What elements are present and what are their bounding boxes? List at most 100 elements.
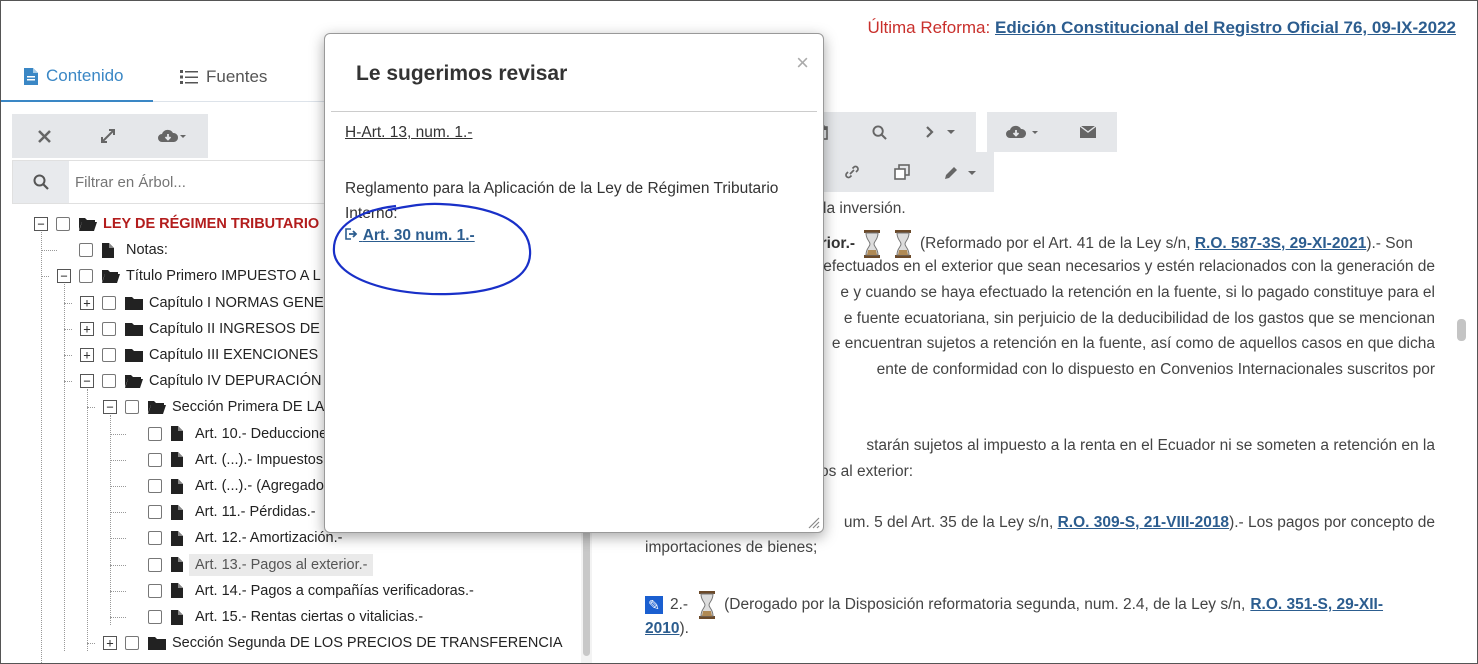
tree-guide-line (41, 276, 49, 278)
tree-guide-line (110, 617, 126, 618)
tree-checkbox[interactable] (79, 243, 93, 258)
expand-toggle[interactable]: + (80, 321, 94, 336)
tree-item-label: Art. 12.- Amortización.- (195, 530, 343, 547)
tree-item[interactable]: Art. (...).- (Agregado (126, 474, 324, 498)
link-icon (845, 165, 859, 179)
tree-guide-line (110, 564, 126, 566)
tree-item[interactable]: − Sección Primera DE LA (103, 395, 324, 419)
last-reform-link[interactable]: Edición Constitucional del Registro Ofic… (995, 18, 1456, 37)
filter-search-button[interactable] (13, 161, 69, 203)
ro-351-link-cont[interactable]: 2010 (645, 620, 679, 637)
tree-item-label: Capítulo IV DEPURACIÓN I (149, 373, 330, 390)
tree-checkbox[interactable] (102, 295, 116, 310)
regulation-article-link[interactable]: Art. 30 num. 1.- (345, 227, 475, 245)
collapse-tree-button[interactable] (12, 114, 76, 158)
file-icon (171, 452, 189, 468)
tree-item[interactable]: + Capítulo III EXENCIONES (80, 343, 318, 367)
annotate-button[interactable] (928, 152, 994, 192)
tree-guide-line (64, 355, 72, 356)
collapse-toggle[interactable]: − (103, 400, 117, 415)
hourglass-icon[interactable] (863, 230, 881, 258)
tree-item[interactable]: + Sección Segunda DE LOS PRECIOS DE TRANS… (103, 631, 563, 655)
tree-guide-line (110, 590, 126, 592)
file-icon (102, 242, 120, 258)
expand-toggle[interactable]: + (80, 295, 94, 310)
ro-587-link[interactable]: R.O. 587-3S, 29-XI-2021 (1195, 235, 1366, 252)
dialog-title: Le sugerimos revisar (356, 62, 568, 85)
tree-item[interactable]: Art. 10.- Deduccione (126, 422, 327, 446)
tree-checkbox[interactable] (148, 452, 162, 467)
collapse-toggle[interactable]: − (57, 269, 71, 284)
copy-button[interactable] (876, 152, 928, 192)
hourglass-icon[interactable] (894, 230, 912, 258)
file-icon (171, 504, 189, 520)
close-icon (37, 129, 51, 143)
collapse-toggle[interactable]: − (34, 217, 48, 231)
tree-checkbox[interactable] (102, 348, 116, 362)
tree-item-label: Capítulo III EXENCIONES (149, 347, 319, 363)
tree-item[interactable]: Art. 13.- Pagos al exterior.- (126, 553, 374, 577)
tree-checkbox[interactable] (125, 400, 139, 415)
tree-checkbox[interactable] (148, 479, 162, 493)
tree-checkbox[interactable] (56, 217, 70, 231)
tree-filter-input[interactable] (69, 161, 331, 203)
search-icon (871, 124, 887, 140)
file-icon (171, 557, 189, 573)
close-icon[interactable]: × (796, 50, 809, 76)
edit-note-icon[interactable]: ✎ (645, 596, 663, 614)
tree-checkbox[interactable] (102, 374, 116, 389)
doc-text-line: 2010). (645, 620, 689, 637)
tree-download-button[interactable] (140, 114, 204, 158)
tree-item[interactable]: Art. (...).- Impuestos (126, 448, 323, 472)
envelope-icon (1080, 126, 1096, 138)
link-button[interactable] (828, 152, 876, 192)
resize-handle-icon[interactable] (806, 515, 820, 529)
hourglass-icon[interactable] (698, 591, 716, 619)
tree-root[interactable]: − LEY DE RÉGIMEN TRIBUTARIO IN (34, 212, 338, 236)
tree-item[interactable]: Notas: (57, 238, 168, 262)
doc-text-line: importaciones de bienes; (645, 539, 818, 556)
document-scrollbar[interactable] (1454, 193, 1468, 664)
ro-351-link[interactable]: R.O. 351-S, 29-XII- (1250, 596, 1383, 614)
expand-toggle[interactable]: + (103, 636, 117, 651)
tree-checkbox[interactable] (148, 505, 162, 520)
tree-checkbox[interactable] (148, 426, 162, 441)
tree-item[interactable]: + Capítulo II INGRESOS DE F (80, 317, 333, 341)
suggestion-dialog: Le sugerimos revisar × H-Art. 13, num. 1… (324, 33, 824, 533)
tree-checkbox[interactable] (148, 583, 162, 598)
tree-item[interactable]: − Título Primero IMPUESTO A L (57, 264, 321, 288)
file-icon (171, 609, 189, 625)
tree-guide-line (41, 250, 57, 252)
doc-download-button[interactable] (987, 112, 1059, 152)
tree-checkbox[interactable] (148, 557, 162, 572)
tree-item-label: Art. (...).- (Agregado (195, 478, 324, 494)
tree-guide-line (110, 459, 126, 461)
history-article-link[interactable]: H-Art. 13, num. 1.- (345, 124, 472, 142)
expand-tree-button[interactable] (76, 114, 140, 158)
tree-item[interactable]: Art. 15.- Rentas ciertas o vitalicias.- (126, 605, 423, 629)
email-button[interactable] (1059, 112, 1117, 152)
tree-item[interactable]: Art. 14.- Pagos a compañías verificadora… (126, 579, 474, 603)
tree-checkbox[interactable] (125, 636, 139, 651)
next-button[interactable] (906, 112, 976, 152)
tree-guide-line (64, 284, 65, 652)
tree-checkbox[interactable] (102, 321, 116, 336)
cloud-download-icon (158, 129, 186, 142)
tree-item[interactable]: Art. 12.- Amortización.- (126, 526, 342, 550)
tree-checkbox[interactable] (148, 531, 162, 546)
tree-item-label: Notas: (126, 242, 168, 259)
collapse-toggle[interactable]: − (80, 374, 94, 389)
tree-item[interactable]: − Capítulo IV DEPURACIÓN I (80, 369, 330, 393)
tree-item[interactable]: + Capítulo I NORMAS GENE (80, 291, 324, 315)
tab-sources[interactable]: Fuentes (180, 52, 267, 102)
tab-content-label: Contenido (46, 66, 124, 85)
tree-item[interactable]: Art. 11.- Pérdidas.- (126, 500, 316, 524)
expand-toggle[interactable]: + (80, 348, 94, 362)
doc-search-button[interactable] (852, 112, 906, 152)
tree-guide-line (64, 328, 72, 330)
tree-checkbox[interactable] (148, 610, 162, 624)
ro-309-link[interactable]: R.O. 309-S, 21-VIII-2018 (1058, 514, 1229, 531)
tree-checkbox[interactable] (79, 269, 93, 284)
document-scrollbar-thumb[interactable] (1457, 319, 1466, 341)
tab-content[interactable]: Contenido (0, 52, 153, 102)
